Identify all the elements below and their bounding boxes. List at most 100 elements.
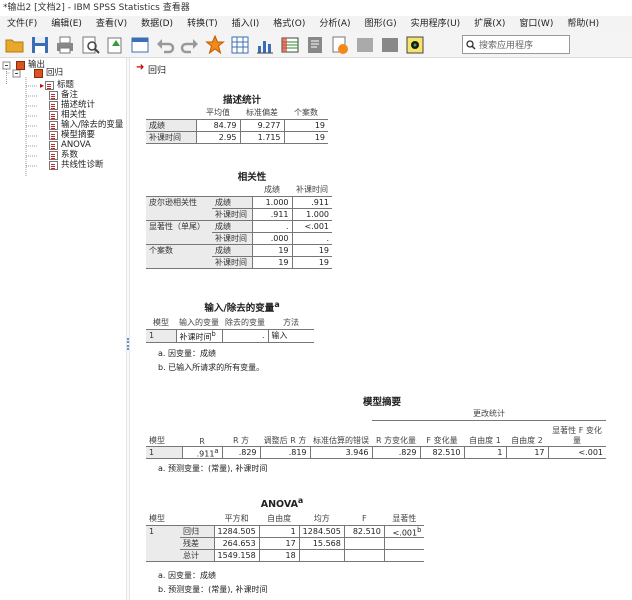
regression-book-icon: [34, 69, 43, 78]
anova-table[interactable]: 模型 平方和 自由度 均方 F 显著性 1 回归 1284.505 1 1284…: [146, 513, 425, 563]
insert-chart-icon[interactable]: [329, 34, 351, 56]
table-row: 总计 1549.158 18: [146, 549, 425, 563]
model-label: 1: [146, 525, 180, 538]
entered-note-a: a. 因变量：成绩: [158, 349, 216, 358]
col-f-change: F 变化量: [420, 420, 464, 447]
entered-sup: b: [211, 329, 216, 338]
cell-sig: <.001b: [384, 525, 425, 539]
toolbar: 搜索应用程序: [0, 32, 632, 58]
menu-analyze[interactable]: 分析(A): [312, 16, 357, 32]
menu-view[interactable]: 查看(V): [89, 16, 134, 32]
goto-data-icon[interactable]: [204, 34, 226, 56]
menu-insert[interactable]: 插入(I): [225, 16, 267, 32]
title-doc-icon: [45, 81, 55, 90]
desc-table[interactable]: 平均值 标准偏差 个案数 成绩 84.79 9.277 19 补课时间 2.95…: [146, 107, 328, 144]
designate-window-icon[interactable]: [404, 34, 426, 56]
cell: <.001: [548, 446, 606, 460]
heading-arrow-icon: ➜: [136, 62, 145, 73]
cell-r: .911a: [182, 446, 223, 460]
variables-icon[interactable]: [254, 34, 276, 56]
table-row: 个案数 成绩 19 19: [146, 244, 332, 257]
save-icon[interactable]: [29, 34, 51, 56]
col-source: [180, 513, 214, 526]
cell: .000: [252, 232, 293, 245]
recall-dialog-icon[interactable]: [129, 34, 151, 56]
correlations-doc-icon: [49, 111, 58, 120]
print-preview-icon[interactable]: [79, 34, 101, 56]
r-sup: a: [214, 446, 219, 455]
sub-label: 成绩: [212, 196, 253, 209]
menu-data[interactable]: 数据(D): [134, 16, 180, 32]
cell: .911: [252, 208, 293, 221]
source-label: 回归: [180, 525, 215, 539]
menu-file[interactable]: 文件(F): [0, 16, 44, 32]
search-icon: [466, 39, 476, 50]
cell: 1: [146, 329, 177, 344]
descriptives-doc-icon: [49, 101, 58, 110]
cell: 3.946: [310, 446, 373, 460]
cell: 1284.505: [214, 525, 260, 539]
anova-doc-icon: [49, 141, 58, 150]
change-stats-header: 更改统计: [372, 408, 606, 421]
menu-graphs[interactable]: 图形(G): [358, 16, 404, 32]
desc-title: 描述统计: [222, 95, 261, 106]
cell: [384, 549, 425, 563]
cell: 18: [259, 549, 300, 563]
selected-arrow-icon: ▸: [40, 81, 45, 90]
cell: [384, 537, 425, 551]
search-box[interactable]: 搜索应用程序: [462, 35, 570, 54]
hide-icon[interactable]: [379, 34, 401, 56]
tree-item-collinearity[interactable]: 共线性诊断: [49, 160, 104, 171]
redo-icon[interactable]: [179, 34, 201, 56]
menu-edit[interactable]: 编辑(E): [44, 16, 89, 32]
summary-title: 模型摘要: [362, 397, 401, 408]
menu-format[interactable]: 格式(O): [266, 16, 312, 32]
menu-window[interactable]: 窗口(W): [512, 16, 560, 32]
col-entered: 输入的变量: [176, 317, 222, 330]
table-row: 补课时间 .000 .: [146, 232, 332, 245]
col-r2: R 方: [222, 420, 260, 447]
entered-title: 输入/除去的变量a: [172, 300, 312, 314]
open-folder-icon[interactable]: [4, 34, 26, 56]
table-row: 1 .911a .829 .819 3.946 .829 82.510 1 17…: [146, 446, 606, 460]
menu-transform[interactable]: 转换(T): [180, 16, 225, 32]
cell: 19: [292, 244, 332, 257]
cell: [299, 549, 345, 563]
cell: 82.510: [420, 446, 465, 460]
anova-note-b: b. 预测变量：(常量), 补课时间: [158, 585, 268, 594]
splitter-grip-icon[interactable]: [127, 338, 129, 350]
col-method: 方法: [268, 317, 314, 330]
table-row: 补课时间 2.95 1.715 19: [146, 131, 328, 144]
cell: 17: [259, 537, 300, 551]
sig-sup: b: [417, 525, 422, 534]
search-input[interactable]: 搜索应用程序: [479, 38, 533, 51]
anova-title-text: ANOVA: [260, 499, 298, 511]
sub-label: 成绩: [212, 244, 253, 257]
print-icon[interactable]: [54, 34, 76, 56]
show-all-icon[interactable]: [354, 34, 376, 56]
corr-table[interactable]: 成绩 补课时间 皮尔逊相关性 成绩 1.000 .911 补课时间 .911 1…: [146, 184, 332, 269]
tree-group-regression[interactable]: 回归: [34, 68, 63, 79]
table-icon[interactable]: [279, 34, 301, 56]
cell: .: [252, 220, 293, 233]
menu-utilities[interactable]: 实用程序(U): [404, 16, 468, 32]
cell: 1: [259, 525, 300, 539]
cell: 1.000: [252, 196, 293, 209]
cell: 17: [506, 446, 549, 460]
summary-table[interactable]: 更改统计 模型 R R 方 调整后 R 方 标准估算的错误 R 方变化量 F 变…: [146, 408, 606, 460]
entered-table[interactable]: 模型 输入的变量 除去的变量 方法 1 补课时间b . 输入: [146, 317, 314, 344]
undo-icon[interactable]: [154, 34, 176, 56]
sub-label: 成绩: [212, 220, 253, 233]
pane-splitter[interactable]: [126, 58, 130, 600]
source-label: 总计: [180, 549, 215, 563]
desc-col-n: 个案数: [284, 107, 328, 120]
export-icon[interactable]: [104, 34, 126, 56]
col-adj-r2: 调整后 R 方: [260, 420, 310, 447]
insert-text-icon[interactable]: [304, 34, 326, 56]
goto-case-icon[interactable]: [229, 34, 251, 56]
group-label: 皮尔逊相关性: [146, 196, 212, 208]
menu-extensions[interactable]: 扩展(X): [467, 16, 512, 32]
menu-help[interactable]: 帮助(H): [560, 16, 606, 32]
cell: .829: [372, 446, 421, 460]
col-ss: 平方和: [214, 513, 260, 526]
